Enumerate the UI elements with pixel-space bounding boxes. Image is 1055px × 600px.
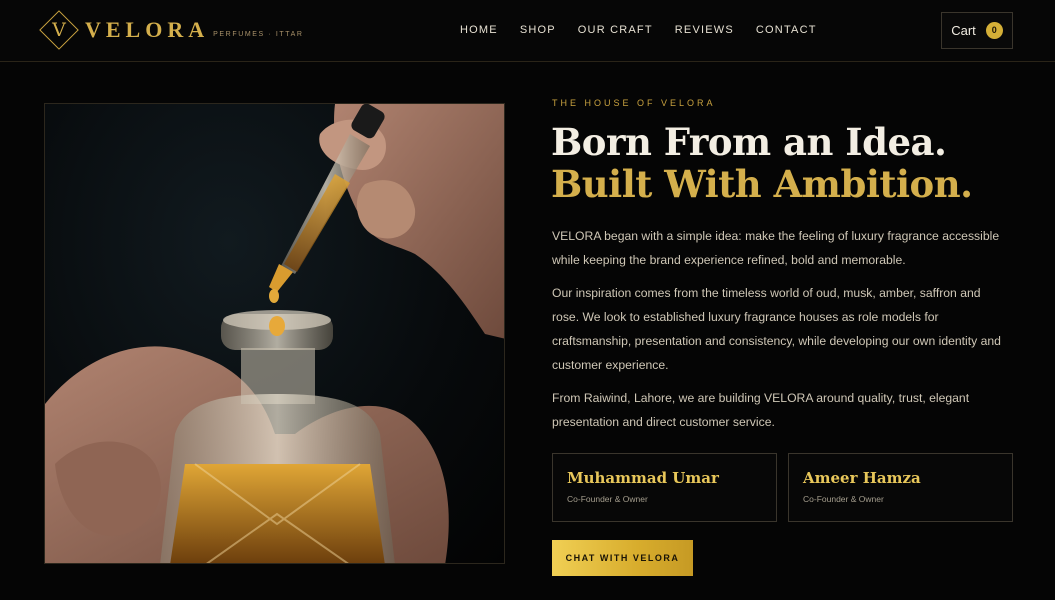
hero-image [44, 103, 505, 564]
nav-reviews[interactable]: REVIEWS [675, 24, 734, 36]
cart-button[interactable]: Cart 0 [941, 12, 1013, 49]
founder-card: Muhammad Umar Co-Founder & Owner [552, 453, 777, 522]
about-paragraph-3: From Raiwind, Lahore, we are building VE… [552, 391, 970, 429]
founder-name: Muhammad Umar [567, 469, 719, 487]
nav-our-craft[interactable]: OUR CRAFT [578, 24, 653, 36]
about-paragraph-1: VELORA began with a simple idea: make th… [552, 229, 1000, 267]
perfume-dropper-photo-icon [45, 104, 504, 563]
brand-name: VELORA [85, 17, 210, 42]
founder-role: Co-Founder & Owner [567, 494, 648, 504]
brand-tagline: PERFUMES · ITTAR [213, 31, 304, 38]
page-title: Born From an Idea. Built With Ambition. [551, 120, 973, 206]
founder-role: Co-Founder & Owner [803, 494, 884, 504]
logo-diamond-icon: V [37, 8, 81, 52]
section-eyebrow: THE HOUSE OF VELORA [552, 98, 716, 108]
chat-with-velora-button[interactable]: CHAT WITH VELORA [552, 540, 693, 576]
site-header: V VELORA PERFUMES · ITTAR HOME SHOP OUR … [0, 0, 1055, 62]
about-paragraph-2: Our inspiration comes from the timeless … [552, 286, 1001, 372]
founder-card: Ameer Hamza Co-Founder & Owner [788, 453, 1013, 522]
nav-home[interactable]: HOME [460, 24, 498, 36]
founder-name: Ameer Hamza [803, 469, 921, 487]
headline-line-1: Born From an Idea. [551, 120, 947, 164]
nav-shop[interactable]: SHOP [520, 24, 556, 36]
cart-label: Cart [951, 23, 976, 38]
logo-letter: V [52, 19, 66, 41]
logo[interactable]: V VELORA PERFUMES · ITTAR [37, 8, 304, 52]
headline-line-2: Built With Ambition. [551, 162, 973, 206]
nav-contact[interactable]: CONTACT [756, 24, 817, 36]
main-nav: HOME SHOP OUR CRAFT REVIEWS CONTACT [460, 24, 839, 36]
cart-count-badge: 0 [985, 22, 1003, 39]
